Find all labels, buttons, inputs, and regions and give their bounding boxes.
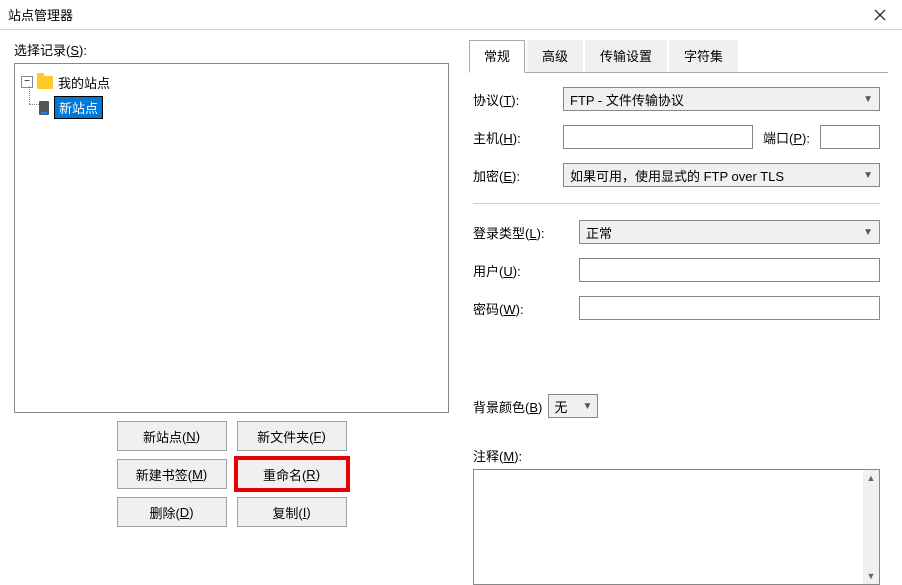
close-icon (874, 9, 886, 21)
new-folder-button[interactable]: 新文件夹(F) (237, 421, 347, 451)
tree-child-row[interactable]: 新站点 (39, 96, 442, 119)
delete-button[interactable]: 删除(D) (117, 497, 227, 527)
tab-transfer[interactable]: 传输设置 (585, 40, 667, 72)
protocol-label: 协议(T): (473, 90, 553, 109)
chevron-down-icon: ▼ (863, 227, 873, 238)
tree-collapse-toggle[interactable]: − (21, 76, 33, 88)
password-label: 密码(W): (473, 299, 569, 318)
chevron-down-icon: ▼ (582, 401, 592, 412)
host-input[interactable] (563, 125, 753, 149)
site-tree[interactable]: − 我的站点 新站点 (14, 63, 449, 413)
encryption-select[interactable]: 如果可用，使用显式的 FTP over TLS ▼ (563, 163, 880, 187)
scroll-down-icon[interactable]: ▼ (863, 568, 879, 584)
encryption-label: 加密(E): (473, 166, 553, 185)
encryption-value: 如果可用，使用显式的 FTP over TLS (570, 166, 784, 185)
tree-root-label: 我的站点 (58, 73, 110, 92)
bgcolor-select[interactable]: 无 ▼ (548, 394, 598, 418)
protocol-value: FTP - 文件传输协议 (570, 90, 684, 109)
copy-button[interactable]: 复制(I) (237, 497, 347, 527)
select-record-label: 选择记录(S): (14, 40, 449, 59)
tab-general[interactable]: 常规 (469, 40, 525, 73)
tab-advanced[interactable]: 高级 (527, 40, 583, 72)
notes-textarea[interactable]: ▲ ▼ (473, 469, 880, 585)
chevron-down-icon: ▼ (863, 170, 873, 181)
logon-type-select[interactable]: 正常 ▼ (579, 220, 880, 244)
chevron-down-icon: ▼ (863, 94, 873, 105)
tree-child-label[interactable]: 新站点 (54, 96, 103, 119)
port-input[interactable] (820, 125, 880, 149)
tree-root-row[interactable]: − 我的站点 (21, 72, 442, 92)
notes-label: 注释(M): (473, 446, 880, 465)
protocol-select[interactable]: FTP - 文件传输协议 ▼ (563, 87, 880, 111)
password-input[interactable] (579, 296, 880, 320)
new-site-button[interactable]: 新站点(N) (117, 421, 227, 451)
scrollbar[interactable]: ▲ ▼ (863, 470, 879, 584)
tab-charset[interactable]: 字符集 (669, 40, 738, 72)
bgcolor-label: 背景颜色(B) (473, 397, 542, 416)
port-label: 端口(P): (763, 128, 810, 147)
logon-type-label: 登录类型(L): (473, 223, 569, 242)
folder-icon (37, 76, 53, 89)
tabs: 常规 高级 传输设置 字符集 (469, 40, 888, 73)
window-title: 站点管理器 (8, 5, 73, 24)
close-button[interactable] (858, 0, 902, 30)
divider (473, 203, 880, 204)
host-label: 主机(H): (473, 128, 553, 147)
server-icon (39, 101, 49, 115)
rename-button[interactable]: 重命名(R) (237, 459, 347, 489)
user-label: 用户(U): (473, 261, 569, 280)
scroll-up-icon[interactable]: ▲ (863, 470, 879, 486)
new-bookmark-button[interactable]: 新建书签(M) (117, 459, 227, 489)
user-input[interactable] (579, 258, 880, 282)
logon-type-value: 正常 (586, 223, 612, 242)
bgcolor-value: 无 (554, 397, 567, 416)
